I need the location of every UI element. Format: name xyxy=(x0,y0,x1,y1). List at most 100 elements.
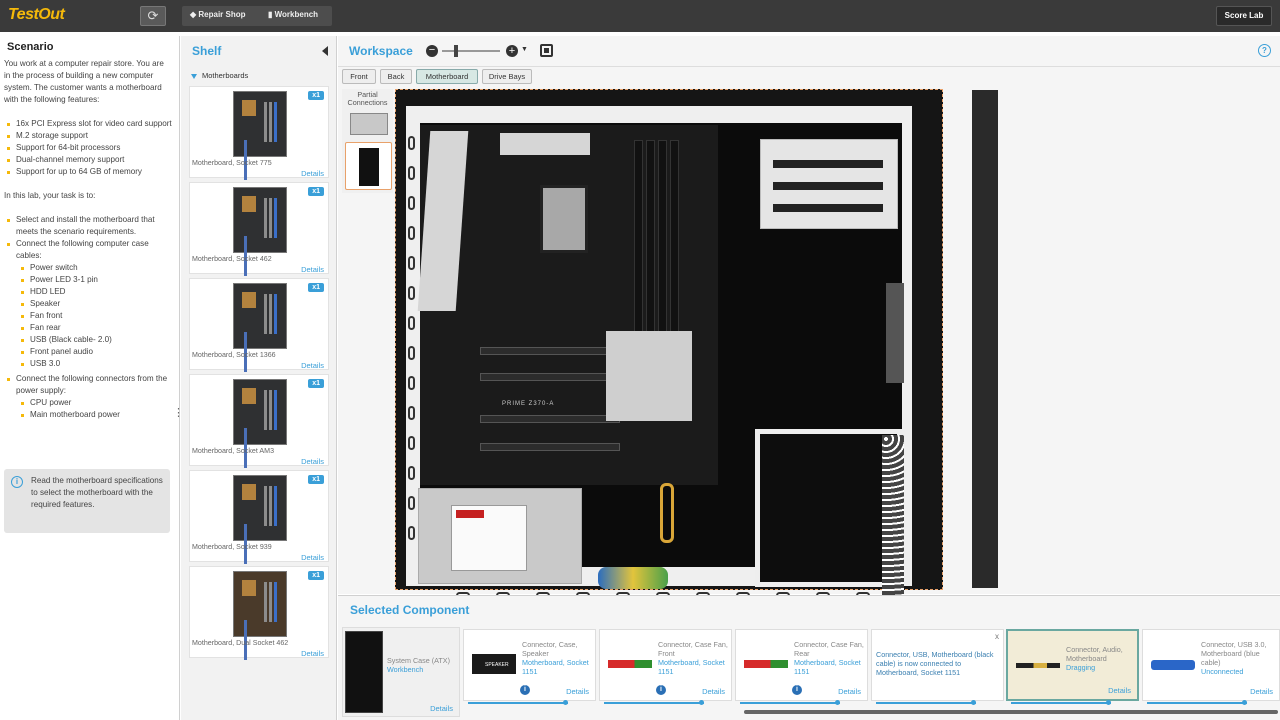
shelf-item[interactable]: x1 Motherboard, Socket 775 Details xyxy=(189,86,329,178)
breadcrumb: ◆ Repair Shop ▮ Workbench xyxy=(182,6,332,26)
cable-item: USB (Black cable- 2.0) xyxy=(21,334,172,346)
card-slider[interactable] xyxy=(740,700,840,705)
card-slider[interactable] xyxy=(876,700,976,705)
panel-resize-handle[interactable]: ⋮ xyxy=(173,406,184,419)
ram-slot[interactable] xyxy=(670,140,679,340)
shelf-item-name: Motherboard, Dual Socket 462 xyxy=(192,639,289,647)
collapse-left-icon[interactable] xyxy=(322,46,328,56)
fan-connector-image xyxy=(608,660,652,668)
shelf-category[interactable]: Motherboards xyxy=(191,71,248,80)
pcie-slot[interactable] xyxy=(480,443,620,451)
component-card-case[interactable]: System Case (ATX) Workbench Details xyxy=(342,627,460,717)
zoom-slider-thumb[interactable] xyxy=(453,45,458,57)
connected-cable[interactable] xyxy=(660,483,674,543)
breadcrumb-workbench[interactable]: ▮ Workbench xyxy=(268,10,318,19)
component-card[interactable]: Connector, USB 3.0, Motherboard (blue ca… xyxy=(1142,629,1280,701)
pcie-slot[interactable] xyxy=(480,347,620,355)
component-status: Dragging xyxy=(1066,663,1096,672)
ram-slot[interactable] xyxy=(646,140,655,340)
tab-motherboard[interactable]: Motherboard xyxy=(416,69,478,84)
pcie-slot[interactable] xyxy=(480,373,620,381)
close-icon[interactable]: x xyxy=(995,632,999,641)
scenario-intro: You work at a computer repair store. You… xyxy=(4,59,164,104)
connection-status-card: x Connector, USB, Motherboard (black cab… xyxy=(871,629,1004,701)
details-link[interactable]: Details xyxy=(430,704,453,713)
motherboard-installed[interactable]: PRIME Z370-A xyxy=(417,125,718,485)
drive-cage xyxy=(760,139,898,229)
system-case-image xyxy=(345,631,383,713)
power-item: Main motherboard power xyxy=(21,409,172,421)
power-supply-thumbnail[interactable] xyxy=(350,113,388,135)
details-link[interactable]: Details xyxy=(1108,686,1131,695)
component-name: System Case (ATX) xyxy=(387,656,450,665)
details-link[interactable]: Details xyxy=(301,649,324,658)
motherboard-image xyxy=(233,283,287,349)
horizontal-scrollbar[interactable] xyxy=(744,710,1278,714)
zoom-out-icon[interactable]: − xyxy=(426,45,438,57)
tab-front[interactable]: Front xyxy=(342,69,376,84)
cable-slot xyxy=(408,436,415,450)
details-link[interactable]: Details xyxy=(301,553,324,562)
tab-back[interactable]: Back xyxy=(380,69,412,84)
details-link[interactable]: Details xyxy=(1250,687,1273,696)
breadcrumb-repair-shop[interactable]: ◆ Repair Shop xyxy=(190,10,246,19)
details-link[interactable]: Details xyxy=(301,361,324,370)
card-slider[interactable] xyxy=(1011,700,1111,705)
info-icon[interactable]: i xyxy=(520,685,530,695)
details-link[interactable]: Details xyxy=(702,687,725,696)
hint-box: i Read the motherboard specifications to… xyxy=(4,469,170,533)
expand-down-icon xyxy=(191,73,197,79)
pcie-slot[interactable] xyxy=(480,415,620,423)
info-icon[interactable]: i xyxy=(792,685,802,695)
details-link[interactable]: Details xyxy=(838,687,861,696)
shelf-item[interactable]: x1 Motherboard, Dual Socket 462 Details xyxy=(189,566,329,658)
tab-drive-bays[interactable]: Drive Bays xyxy=(482,69,532,84)
task-intro: In this lab, your task is to: xyxy=(4,191,96,200)
cpu-socket[interactable] xyxy=(540,185,588,253)
card-slider[interactable] xyxy=(604,700,704,705)
card-slider[interactable] xyxy=(1147,700,1247,705)
zoom-dropdown-icon[interactable]: ▼ xyxy=(521,46,528,53)
details-link[interactable]: Details xyxy=(566,687,589,696)
psu-cable-bundle[interactable] xyxy=(598,567,668,589)
component-card[interactable]: Connector, Case Fan, Rear Motherboard, So… xyxy=(735,629,868,701)
details-link[interactable]: Details xyxy=(301,265,324,274)
case-frame: PRIME Z370-A xyxy=(406,106,912,599)
case-thumbnail[interactable] xyxy=(345,142,392,190)
info-icon[interactable]: i xyxy=(656,685,666,695)
details-link[interactable]: Details xyxy=(301,169,324,178)
fit-to-screen-icon[interactable] xyxy=(540,44,553,57)
case-interior-view[interactable]: PRIME Z370-A xyxy=(395,89,998,599)
component-card-active[interactable]: Connector, Audio, Motherboard Dragging De… xyxy=(1006,629,1139,701)
cable-slot xyxy=(408,256,415,270)
scenario-panel: Scenario You work at a computer repair s… xyxy=(0,36,184,720)
shelf-item-name: Motherboard, Socket 1366 xyxy=(192,351,276,359)
cable-item: Fan rear xyxy=(21,322,172,334)
component-name: Connector, Audio, Motherboard xyxy=(1066,645,1123,663)
quantity-badge: x1 xyxy=(308,283,324,292)
help-icon[interactable]: ? xyxy=(1258,44,1271,57)
ram-slot[interactable] xyxy=(634,140,643,340)
refresh-icon[interactable]: ⟳ xyxy=(140,6,166,26)
shelf-item[interactable]: x1 Motherboard, Socket 462 Details xyxy=(189,182,329,274)
card-slider[interactable] xyxy=(468,700,568,705)
zoom-slider[interactable] xyxy=(442,50,500,52)
shelf-item[interactable]: x1 Motherboard, Socket 1366 Details xyxy=(189,278,329,370)
cable-slot xyxy=(408,316,415,330)
psu-vent xyxy=(882,435,904,595)
component-card[interactable]: SPEAKER Connector, Case, Speaker Motherbo… xyxy=(463,629,596,701)
quantity-badge: x1 xyxy=(308,187,324,196)
psu-bay xyxy=(755,429,902,587)
shelf-item-name: Motherboard, Socket 939 xyxy=(192,543,272,551)
chipset-heatsink xyxy=(606,331,692,421)
component-card[interactable]: Connector, Case Fan, Front Motherboard, S… xyxy=(599,629,732,701)
ram-slot[interactable] xyxy=(658,140,667,340)
power-supply[interactable] xyxy=(418,488,582,584)
shelf-title: Shelf xyxy=(192,44,222,58)
score-lab-button[interactable]: Score Lab xyxy=(1216,6,1272,26)
details-link[interactable]: Details xyxy=(301,457,324,466)
shelf-item[interactable]: x1 Motherboard, Socket AM3 Details xyxy=(189,374,329,466)
component-name: Connector, Case Fan, Front xyxy=(658,640,728,658)
shelf-item[interactable]: x1 Motherboard, Socket 939 Details xyxy=(189,470,329,562)
zoom-in-icon[interactable]: + xyxy=(506,45,518,57)
